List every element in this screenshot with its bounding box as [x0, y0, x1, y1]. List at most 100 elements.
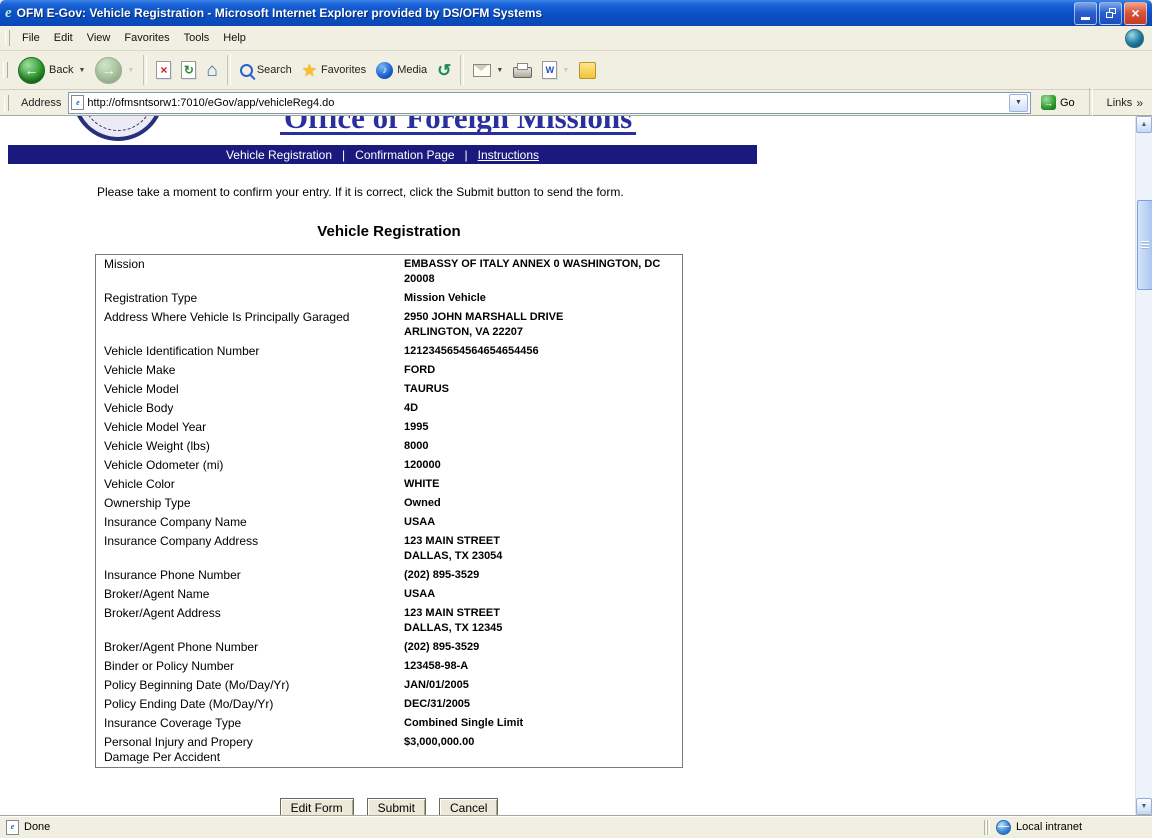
nav-instructions-link[interactable]: Instructions [468, 148, 549, 162]
scrollbar-thumb[interactable] [1137, 200, 1152, 290]
stop-button[interactable]: × [151, 58, 176, 82]
field-label: Policy Ending Date (Mo/Day/Yr) [96, 695, 401, 714]
field-value: WHITE [400, 475, 683, 494]
menu-bar: File Edit View Favorites Tools Help [0, 26, 1152, 51]
edit-form-button[interactable]: Edit Form [280, 798, 354, 815]
addressbar-separator [1089, 88, 1093, 118]
links-label: Links [1107, 97, 1133, 109]
field-value: 1212345654564654654456 [400, 342, 683, 361]
window-title: OFM E-Gov: Vehicle Registration - Micros… [17, 6, 1069, 20]
links-bar[interactable]: Links » [1101, 96, 1149, 110]
close-button[interactable]: × [1124, 2, 1147, 25]
field-row: Broker/Agent NameUSAA [96, 585, 683, 604]
field-label: Policy Beginning Date (Mo/Day/Yr) [96, 676, 401, 695]
word-icon: W [542, 61, 557, 79]
toolbar-separator [143, 55, 147, 85]
field-row: Address Where Vehicle Is Principally Gar… [96, 308, 683, 342]
minimize-button[interactable] [1074, 2, 1097, 25]
discuss-button[interactable] [574, 59, 601, 82]
field-value: 4D [400, 399, 683, 418]
address-input[interactable] [87, 95, 1006, 111]
menubar-grip-handle[interactable] [5, 30, 10, 46]
vertical-scrollbar[interactable]: ▲ ▼ [1135, 116, 1152, 815]
ie-app-icon: e [5, 6, 12, 21]
menu-favorites[interactable]: Favorites [117, 29, 176, 47]
field-row: Policy Beginning Date (Mo/Day/Yr)JAN/01/… [96, 676, 683, 695]
menu-tools[interactable]: Tools [177, 29, 217, 47]
menu-help[interactable]: Help [216, 29, 253, 47]
field-row: Binder or Policy Number123458-98-A [96, 657, 683, 676]
address-dropdown-button[interactable]: ▼ [1009, 94, 1028, 112]
go-button[interactable]: → Go [1035, 94, 1081, 111]
print-button[interactable] [508, 60, 537, 81]
favorites-label: Favorites [321, 64, 366, 76]
submit-button[interactable]: Submit [367, 798, 426, 815]
mail-button[interactable]: ▼ [468, 61, 508, 80]
links-chevron-icon[interactable]: » [1136, 96, 1143, 110]
field-value: USAA [400, 513, 683, 532]
menu-file[interactable]: File [15, 29, 47, 47]
forward-icon: → [95, 57, 122, 84]
toolbar-separator [460, 55, 464, 85]
field-row: Insurance Company NameUSAA [96, 513, 683, 532]
field-row: Insurance Company Address123 MAIN STREET… [96, 532, 683, 566]
field-row: Vehicle Identification Number12123456545… [96, 342, 683, 361]
site-banner: Office of Foreign Missions [0, 116, 1135, 145]
forward-dropdown-icon: ▼ [127, 67, 134, 74]
nav-vehicle-registration[interactable]: Vehicle Registration [216, 148, 342, 162]
field-row: Ownership TypeOwned [96, 494, 683, 513]
home-button[interactable]: ⌂ [201, 58, 222, 83]
media-button[interactable]: ♪ Media [371, 59, 432, 82]
toolbar-grip-handle[interactable] [3, 62, 8, 78]
back-button[interactable]: ← Back ▼ [13, 54, 90, 87]
browser-viewport: Office of Foreign Missions Vehicle Regis… [0, 116, 1152, 815]
field-label: Vehicle Identification Number [96, 342, 401, 361]
field-label: Broker/Agent Address [96, 604, 401, 638]
form-buttons: Edit Form Submit Cancel [95, 798, 683, 815]
field-row: Broker/Agent Address123 MAIN STREET DALL… [96, 604, 683, 638]
field-row: Vehicle Model Year1995 [96, 418, 683, 437]
field-row: Registration TypeMission Vehicle [96, 289, 683, 308]
toolbar-separator [227, 55, 231, 85]
field-label: Vehicle Model [96, 380, 401, 399]
scrollbar-track[interactable] [1136, 133, 1152, 798]
page-content: Office of Foreign Missions Vehicle Regis… [0, 116, 1135, 815]
field-row: Vehicle MakeFORD [96, 361, 683, 380]
field-label: Vehicle Make [96, 361, 401, 380]
field-value: EMBASSY OF ITALY ANNEX 0 WASHINGTON, DC … [400, 255, 683, 290]
edit-with-word-button[interactable]: W ▼ [537, 58, 574, 82]
field-label: Insurance Company Name [96, 513, 401, 532]
restore-button[interactable] [1099, 2, 1122, 25]
field-value: 120000 [400, 456, 683, 475]
browser-window: e OFM E-Gov: Vehicle Registration - Micr… [0, 0, 1152, 838]
menu-edit[interactable]: Edit [47, 29, 80, 47]
field-value: 8000 [400, 437, 683, 456]
nav-confirmation-page[interactable]: Confirmation Page [345, 148, 464, 162]
minimize-icon [1081, 17, 1090, 20]
field-label: Vehicle Weight (lbs) [96, 437, 401, 456]
field-label: Insurance Company Address [96, 532, 401, 566]
addressbar-grip-handle[interactable] [4, 95, 9, 111]
scroll-down-button[interactable]: ▼ [1136, 798, 1152, 815]
history-button[interactable]: ↺ [432, 59, 456, 82]
site-nav-bar: Vehicle Registration | Confirmation Page… [8, 145, 757, 164]
field-value: TAURUS [400, 380, 683, 399]
menu-view[interactable]: View [80, 29, 118, 47]
field-row: Policy Ending Date (Mo/Day/Yr)DEC/31/200… [96, 695, 683, 714]
security-zone-label: Local intranet [1016, 821, 1082, 833]
search-button[interactable]: Search [235, 61, 297, 80]
favorites-button[interactable]: ★ Favorites [297, 59, 372, 82]
back-dropdown-icon[interactable]: ▼ [78, 67, 85, 74]
scroll-up-button[interactable]: ▲ [1136, 116, 1152, 133]
field-value: Combined Single Limit [400, 714, 683, 733]
close-icon: × [1131, 5, 1139, 21]
field-value: 123 MAIN STREET DALLAS, TX 12345 [400, 604, 683, 638]
forward-button[interactable]: → ▼ [90, 54, 139, 87]
refresh-button[interactable]: ↻ [176, 58, 201, 82]
field-label: Ownership Type [96, 494, 401, 513]
cancel-button[interactable]: Cancel [439, 798, 498, 815]
mail-dropdown-icon[interactable]: ▼ [496, 67, 503, 74]
field-value: 123 MAIN STREET DALLAS, TX 23054 [400, 532, 683, 566]
field-label: Mission [96, 255, 401, 290]
field-label: Personal Injury and Propery Damage Per A… [96, 733, 401, 768]
